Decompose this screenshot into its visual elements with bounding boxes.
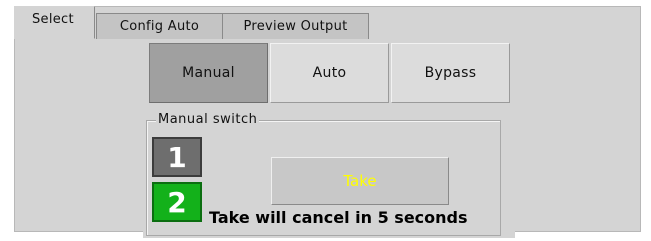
auto-mode-button[interactable]: Auto bbox=[270, 43, 389, 103]
tab-select[interactable]: Select bbox=[14, 6, 95, 39]
take-button[interactable]: Take bbox=[271, 157, 449, 205]
tab-preview-output[interactable]: Preview Output bbox=[222, 13, 369, 39]
mode-button-group: Manual Auto Bypass bbox=[149, 43, 512, 103]
tab-config-auto[interactable]: Config Auto bbox=[96, 13, 223, 39]
source-2-button[interactable]: 2 bbox=[152, 182, 202, 222]
source-1-button[interactable]: 1 bbox=[152, 137, 202, 177]
take-countdown-text: Take will cancel in 5 seconds bbox=[209, 208, 468, 227]
manual-switch-group: Manual switch 1 2 Take Take will cancel … bbox=[146, 112, 501, 236]
bypass-mode-button[interactable]: Bypass bbox=[391, 43, 510, 103]
select-tab-content: Manual Auto Bypass Manual switch 1 2 Tak… bbox=[143, 41, 515, 238]
tab-bar: Select Config Auto Preview Output bbox=[14, 6, 641, 39]
manual-switch-legend: Manual switch bbox=[156, 112, 260, 127]
manual-mode-button[interactable]: Manual bbox=[149, 43, 268, 103]
